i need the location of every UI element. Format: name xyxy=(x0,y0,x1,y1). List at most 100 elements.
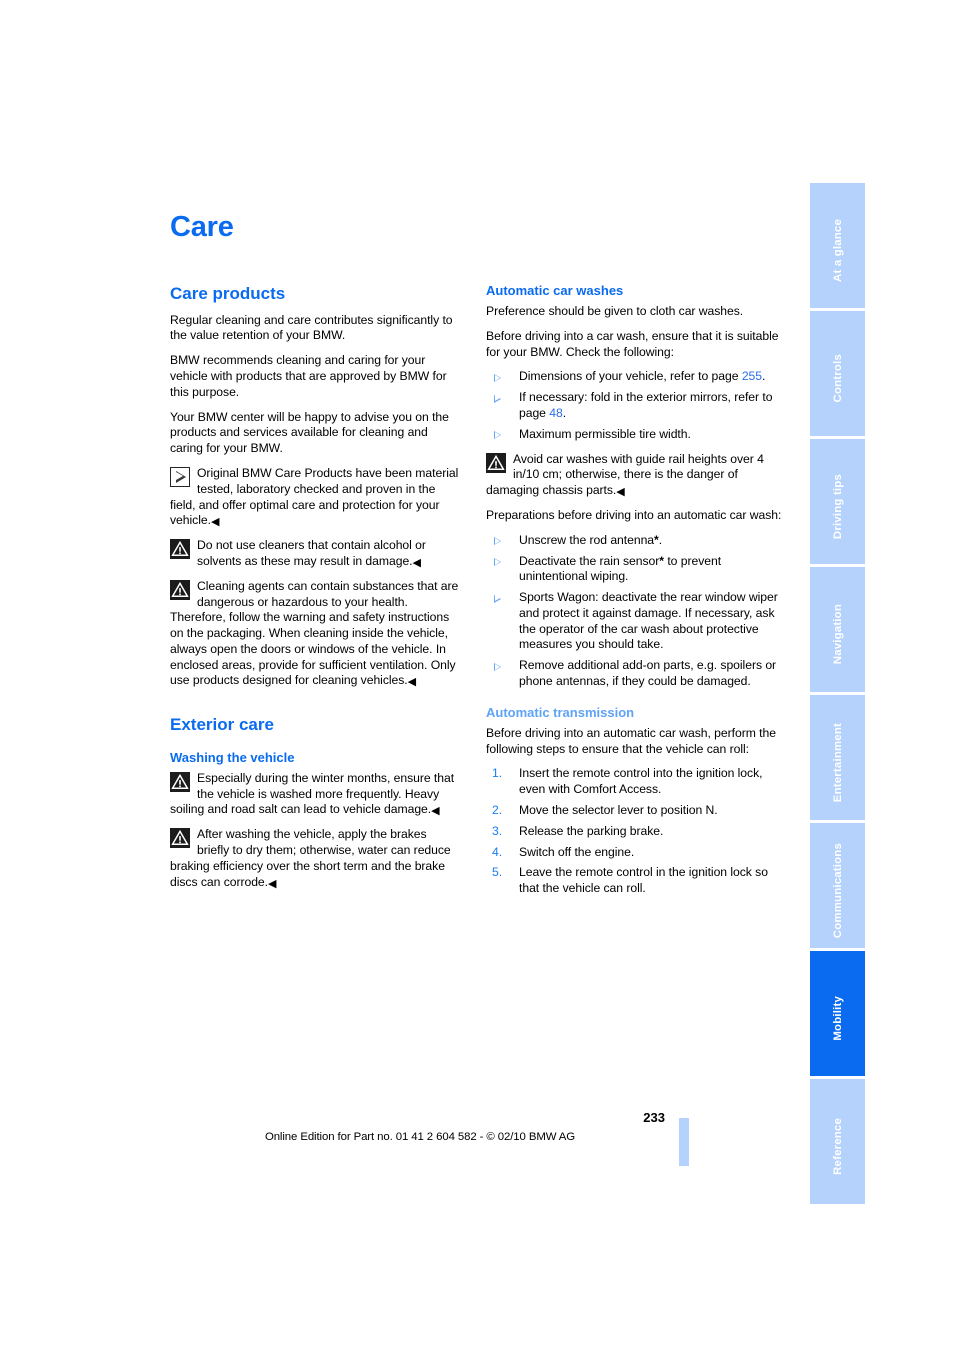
list-item: Unscrew the rod antenna*. xyxy=(486,533,786,549)
page-number: 233 xyxy=(643,1110,665,1125)
tab-controls[interactable]: Controls xyxy=(810,311,865,436)
list-item: Maximum permissible tire width. xyxy=(486,427,786,443)
triangle-bullet-icon xyxy=(494,594,501,603)
manual-page: Care Care products Regular cleaning and … xyxy=(0,0,954,1350)
tab-reference[interactable]: Reference xyxy=(810,1079,865,1204)
list-item-text-end: . xyxy=(762,369,766,384)
tab-label: Navigation xyxy=(831,604,844,665)
page-reference-link[interactable]: 48 xyxy=(549,406,563,420)
tab-label: Communications xyxy=(831,842,844,939)
triangle-bullet-icon xyxy=(494,431,501,440)
warning-block: Cleaning agents can contain substances t… xyxy=(170,579,462,690)
warning-text: Do not use cleaners that contain alcohol… xyxy=(197,538,426,568)
list-item: Dimensions of your vehicle, refer to pag… xyxy=(486,369,786,385)
step-text: Leave the remote control in the ignition… xyxy=(519,865,768,896)
page-footer: 233 Online Edition for Part no. 01 41 2 … xyxy=(170,1110,670,1143)
tab-label: Reference xyxy=(831,1118,844,1175)
warning-block: Especially during the winter months, ens… xyxy=(170,771,462,818)
checklist: Dimensions of your vehicle, refer to pag… xyxy=(486,369,786,442)
note-icon xyxy=(170,466,190,487)
step-number: 4. xyxy=(492,844,503,859)
triangle-bullet-icon xyxy=(494,558,501,566)
two-column-layout: Care products Regular cleaning and care … xyxy=(170,283,790,906)
edition-notice: Online Edition for Part no. 01 41 2 604 … xyxy=(264,1131,576,1143)
list-item-text: Dimensions of your vehicle, refer to pag… xyxy=(519,369,742,384)
warning-block: Avoid car washes with guide rail heights… xyxy=(486,452,786,499)
note-block: Original BMW Care Products have been mat… xyxy=(170,466,462,529)
list-item: Deactivate the rain sensor* to prevent u… xyxy=(486,554,786,586)
triangle-bullet-icon xyxy=(494,662,501,671)
step-text: Release the parking brake. xyxy=(519,823,664,838)
end-marker: ◀ xyxy=(210,516,220,529)
list-item-text: Deactivate the rain sensor xyxy=(519,553,660,568)
triangle-bullet-icon xyxy=(494,373,501,382)
end-marker: ◀ xyxy=(412,556,421,569)
preparations-list: Unscrew the rod antenna*. Deactivate the… xyxy=(486,533,786,690)
tab-navigation[interactable]: Navigation xyxy=(810,567,865,692)
end-marker: ◀ xyxy=(616,486,625,499)
triangle-bullet-icon xyxy=(494,537,501,546)
tab-at-a-glance[interactable]: At a glance xyxy=(810,183,865,308)
list-item-text-end: . xyxy=(562,405,567,420)
list-item: 4. Switch off the engine. xyxy=(486,845,786,861)
tab-label: Entertainment xyxy=(831,722,844,803)
section-heading-care-products: Care products xyxy=(170,284,286,303)
list-item: Remove additional add-on parts, e.g. spo… xyxy=(486,658,786,690)
subsection-heading-automatic-transmission: Automatic transmission xyxy=(486,704,635,720)
list-item-text: Unscrew the rod antenna xyxy=(519,532,655,547)
tab-communications[interactable]: Communications xyxy=(810,823,865,948)
warning-icon xyxy=(486,452,506,473)
warning-text: Cleaning agents can contain substances t… xyxy=(170,578,459,688)
end-marker: ◀ xyxy=(431,805,440,818)
section-heading-exterior-care: Exterior care xyxy=(170,715,274,735)
warning-text: Especially during the winter months, ens… xyxy=(170,770,455,817)
paragraph: Regular cleaning and care contributes si… xyxy=(170,312,453,343)
step-text: Move the selector lever to position N. xyxy=(519,803,718,817)
paragraph: Preference should be given to cloth car … xyxy=(486,303,744,318)
chapter-tab-strip: At a glance Controls Driving tips Naviga… xyxy=(810,183,865,1207)
tab-driving-tips[interactable]: Driving tips xyxy=(810,439,865,564)
paragraph: Preparations before driving into an auto… xyxy=(486,507,782,522)
page-reference-link[interactable]: 255 xyxy=(742,369,762,383)
step-text: Insert the remote control into the ignit… xyxy=(519,766,763,797)
list-item-text: Sports Wagon: deactivate the rear window… xyxy=(519,590,778,652)
end-marker: ◀ xyxy=(268,877,277,890)
left-column: Care products Regular cleaning and care … xyxy=(170,284,462,899)
warning-icon xyxy=(170,771,190,792)
tab-mobility[interactable]: Mobility xyxy=(810,951,865,1076)
list-item: 5. Leave the remote control in the igniti… xyxy=(486,865,786,897)
page-content: Care Care products Regular cleaning and … xyxy=(170,213,790,906)
warning-icon xyxy=(170,579,190,600)
steps-list: 1. Insert the remote control into the ign… xyxy=(486,766,786,897)
subsection-heading-washing-the-vehicle: Washing the vehicle xyxy=(170,749,295,765)
page-title: Care xyxy=(170,211,234,243)
list-item-text: Remove additional add-on parts, e.g. spo… xyxy=(519,658,777,689)
list-item-text-end: . xyxy=(658,532,663,547)
paragraph: BMW recommends cleaning and caring for y… xyxy=(170,353,447,399)
warning-icon xyxy=(170,539,190,560)
step-number: 3. xyxy=(492,823,503,838)
warning-block: Do not use cleaners that contain alcohol… xyxy=(170,538,462,570)
paragraph: Before driving into a car wash, ensure t… xyxy=(486,328,779,359)
paragraph: Before driving into an automatic car was… xyxy=(486,725,776,756)
list-item-text: Maximum permissible tire width. xyxy=(519,426,691,441)
step-number: 2. xyxy=(492,803,503,817)
warning-text: After washing the vehicle, apply the bra… xyxy=(170,827,451,889)
list-item: 1. Insert the remote control into the ign… xyxy=(486,766,786,798)
warning-block: After washing the vehicle, apply the bra… xyxy=(170,827,462,890)
tab-label: Driving tips xyxy=(831,473,844,540)
triangle-bullet-icon xyxy=(494,394,501,403)
tab-label: At a glance xyxy=(831,219,844,282)
step-number: 5. xyxy=(492,865,503,880)
list-item: 3. Release the parking brake. xyxy=(486,824,786,840)
list-item: Sports Wagon: deactivate the rear window… xyxy=(486,590,786,653)
tab-entertainment[interactable]: Entertainment xyxy=(810,695,865,820)
list-item: 2. Move the selector lever to position N. xyxy=(486,803,786,819)
tab-label: Controls xyxy=(831,354,844,403)
step-text: Switch off the engine. xyxy=(519,844,635,859)
end-marker: ◀ xyxy=(407,676,417,689)
step-number: 1. xyxy=(492,766,503,781)
right-column: Automatic car washes Preference should b… xyxy=(486,283,786,906)
tab-label: Mobility xyxy=(831,996,844,1041)
subsection-heading-automatic-car-washes: Automatic car washes xyxy=(486,283,624,298)
